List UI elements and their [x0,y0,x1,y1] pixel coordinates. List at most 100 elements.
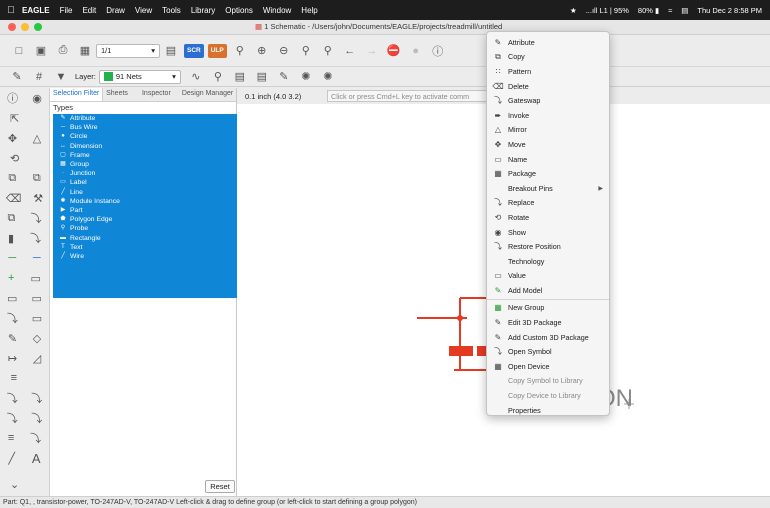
layer-select[interactable]: 91 Nets ▾ [98,69,181,84]
invoke-icon[interactable]: ⤵ [31,410,42,426]
menu-item-add-model[interactable]: ✎ Add Model [487,283,609,298]
arrow-icon[interactable]: ↦ [8,352,17,365]
name-icon[interactable]: ▭ [7,292,17,305]
group-icon[interactable]: ⤵ [31,390,42,406]
replace-icon[interactable]: ▮ [8,232,14,245]
close-window-button[interactable] [8,23,16,31]
tab-sheets[interactable]: Sheets [103,88,139,101]
line-tool-icon[interactable]: ╱ [8,452,15,465]
apple-icon[interactable]:  [0,5,22,16]
clock[interactable]: Thu Dec 2 8:58 PM [697,6,762,15]
zoom-last-icon[interactable]: ⚲ [319,42,337,60]
menu-item-move[interactable]: ✥ Move [487,137,609,152]
smash-icon[interactable]: ⤵ [7,310,18,326]
control-center-icon[interactable]: ▤ [681,6,688,15]
network-status-icon[interactable]: ★ [570,6,577,15]
menu-item-name[interactable]: ▭ Name [487,152,609,167]
menu-draw[interactable]: Draw [106,6,125,15]
info-icon[interactable]: ⓘ [7,90,18,106]
type-item-text[interactable]: T Text [53,243,237,252]
attribute-tool-icon[interactable]: ▭ [32,312,42,325]
add-icon[interactable]: ⧉ [8,212,16,225]
miter-icon[interactable]: ✎ [8,332,17,345]
menu-item-open-device[interactable]: ▦ Open Device [487,359,609,374]
ulp-button[interactable]: ULP [207,43,227,58]
menu-item-pattern[interactable]: ∷ Pattern [487,64,609,79]
type-item-junction[interactable]: · Junction [53,169,237,178]
info-pen-icon[interactable]: ✎ [8,68,26,86]
copy-icon[interactable]: ⧉ [8,172,16,185]
menu-item-copy-device-to-library[interactable]: Copy Device to Library [487,388,609,403]
type-item-dimension[interactable]: ↔ Dimension [53,142,237,151]
gate-icon[interactable]: ⤵ [7,410,18,426]
cam-icon[interactable]: ▦ [76,42,94,60]
connect-icon[interactable]: ≡ [8,432,14,444]
move-icon[interactable]: ✥ [8,132,17,145]
menu-item-value[interactable]: ▭ Value [487,269,609,284]
type-item-part[interactable]: ▶ Part [53,206,237,215]
erc-icon[interactable]: ▤ [231,68,249,86]
tag-icon[interactable]: ⤵ [7,390,18,406]
add-part-icon[interactable]: ✎ [275,68,293,86]
menu-item-replace[interactable]: ⤵ Replace [487,196,609,211]
split-icon[interactable]: ◇ [33,332,41,345]
go-icon[interactable]: ● [407,42,425,60]
wrench-icon[interactable]: ⚒ [33,192,43,205]
menu-item-copy[interactable]: ⧉ Copy [487,50,609,65]
type-item-wire[interactable]: ╱ Wire [53,252,237,261]
fanout-icon[interactable]: ≡ [11,372,17,384]
menu-library[interactable]: Library [191,6,215,15]
redo-icon[interactable]: → [363,42,381,60]
pin-pad[interactable] [449,346,473,356]
type-item-circle[interactable]: ● Circle [53,132,237,141]
stop-icon[interactable]: ⛔ [385,42,403,60]
reset-button[interactable]: Reset [205,480,235,493]
wire-style-icon[interactable]: ∿ [187,68,205,86]
type-item-attribute[interactable]: ✎ Attribute [53,114,237,123]
type-item-label[interactable]: ▭ Label [53,178,237,187]
type-item-line[interactable]: ╱ Line [53,188,237,197]
menu-item-technology[interactable]: Technology [487,254,609,269]
gateswap-icon[interactable]: ⤵ [30,230,41,246]
transistor-symbol[interactable] [417,297,490,371]
menu-item-edit-3d-package[interactable]: ✎ Edit 3D Package [487,315,609,330]
pinswap-icon[interactable]: ⤵ [30,210,41,226]
zoom-fit-icon[interactable]: ⚲ [231,42,249,60]
menu-help[interactable]: Help [301,6,317,15]
delete-icon[interactable]: ⌫ [6,192,22,205]
show-icon[interactable]: ◉ [32,92,42,105]
menu-item-add-custom-3d-package[interactable]: ✎ Add Custom 3D Package [487,330,609,345]
zoom-select-icon[interactable]: ⚲ [297,42,315,60]
menu-item-rotate[interactable]: ⟲ Rotate [487,210,609,225]
tab-inspector[interactable]: Inspector [139,88,179,101]
tab-selection-filter[interactable]: Selection Filter [50,88,104,101]
undo-icon[interactable]: ← [341,42,359,60]
tab-design-manager[interactable]: Design Manager [179,88,236,101]
menu-item-copy-symbol-to-library[interactable]: Copy Symbol to Library [487,374,609,389]
type-item-polygon-edge[interactable]: ⬟ Polygon Edge [53,215,237,224]
type-item-group[interactable]: ▦ Group [53,160,237,169]
rotate-icon[interactable]: ⟲ [10,152,19,165]
zoom-window-button[interactable] [34,23,42,31]
junction-icon[interactable]: + [8,272,14,284]
zoom-out-icon[interactable]: ⊖ [275,42,293,60]
command-input[interactable]: Click or press Cmd+L key to activate com… [327,90,497,102]
collapse-icon[interactable]: ⌄ [10,478,19,491]
mirror-icon[interactable]: △ [33,132,41,145]
types-list[interactable]: ✎ Attribute ─ Bus Wire ● Circle ↔ Dimension … [53,114,237,298]
type-item-rectangle[interactable]: ▬ Rectangle [53,233,237,242]
zoom-in-icon[interactable]: ⊕ [253,42,271,60]
menu-options[interactable]: Options [225,6,253,15]
bus-icon[interactable]: ─ [33,252,41,264]
type-item-frame[interactable]: ▢ Frame [53,151,237,160]
menu-tools[interactable]: Tools [162,6,181,15]
drc-icon[interactable]: ▤ [253,68,271,86]
menu-item-restore-position[interactable]: ⤵ Restore Position [487,239,609,254]
select-icon[interactable]: ⇱ [10,112,19,125]
sheet-select[interactable]: 1/1 ▾ [96,43,160,58]
junction-dot[interactable] [457,315,463,321]
paste-icon[interactable]: ⧉ [33,172,41,185]
menu-edit[interactable]: Edit [82,6,96,15]
menu-view[interactable]: View [135,6,152,15]
print-icon[interactable]: ⎙ [54,42,72,60]
